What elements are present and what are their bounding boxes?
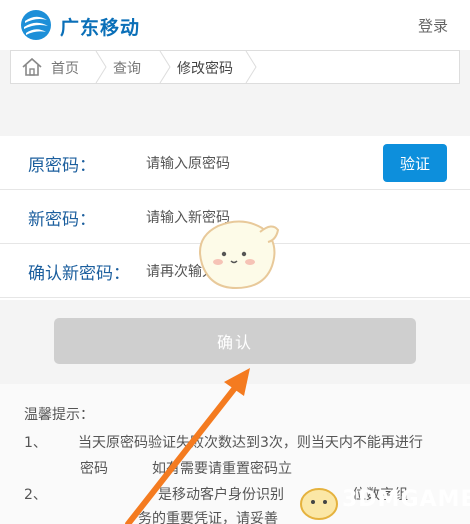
breadcrumb-separator-icon xyxy=(159,51,171,83)
old-password-input[interactable]: 请输入原密码 xyxy=(146,153,230,173)
confirm-password-label: 确认新密码： xyxy=(28,264,130,284)
new-password-label: 新密码： xyxy=(28,210,96,230)
home-icon[interactable] xyxy=(21,57,43,77)
breadcrumb: 首页 查询 修改密码 xyxy=(10,50,460,84)
breadcrumb-separator-icon xyxy=(245,51,257,83)
login-link[interactable]: 登录 xyxy=(418,15,448,36)
tips-title: 温馨提示： xyxy=(24,407,94,423)
old-password-row: 原密码： 请输入原密码 验证 xyxy=(0,136,470,190)
confirm-button[interactable]: 确认 xyxy=(54,318,416,364)
watermark-text: 3DMGAME xyxy=(342,487,470,512)
tip-line-4: 务的重要凭证，请妥善 xyxy=(138,511,278,524)
tip-number-1: 1、 xyxy=(24,435,47,451)
tip-number-2: 2、 xyxy=(24,487,47,503)
tip-line-2a: 密码 xyxy=(80,461,108,477)
china-mobile-logo-icon xyxy=(21,10,51,40)
top-header: 广东移动 登录 xyxy=(0,0,470,50)
watermark-mascot-icon xyxy=(300,488,338,520)
breadcrumb-separator-icon xyxy=(95,51,107,83)
verify-button[interactable]: 验证 xyxy=(383,144,447,182)
brand-name: 广东移动 xyxy=(60,17,141,39)
tip-line-2b: 如有需要请重置密码立 xyxy=(152,461,292,477)
breadcrumb-item-home[interactable]: 首页 xyxy=(51,58,79,78)
breadcrumb-item-change-password: 修改密码 xyxy=(177,61,233,77)
cute-mascot-sticker-icon xyxy=(199,220,280,290)
old-password-label: 原密码： xyxy=(28,156,96,176)
watermark: 3DMGAME xyxy=(296,478,470,524)
breadcrumb-item-query[interactable]: 查询 xyxy=(113,58,141,78)
tip-line-3a: 是移动客户身份识别 xyxy=(158,487,284,503)
tip-line-1: 当天原密码验证失败次数达到3次，则当天内不能再进行 xyxy=(78,435,423,451)
